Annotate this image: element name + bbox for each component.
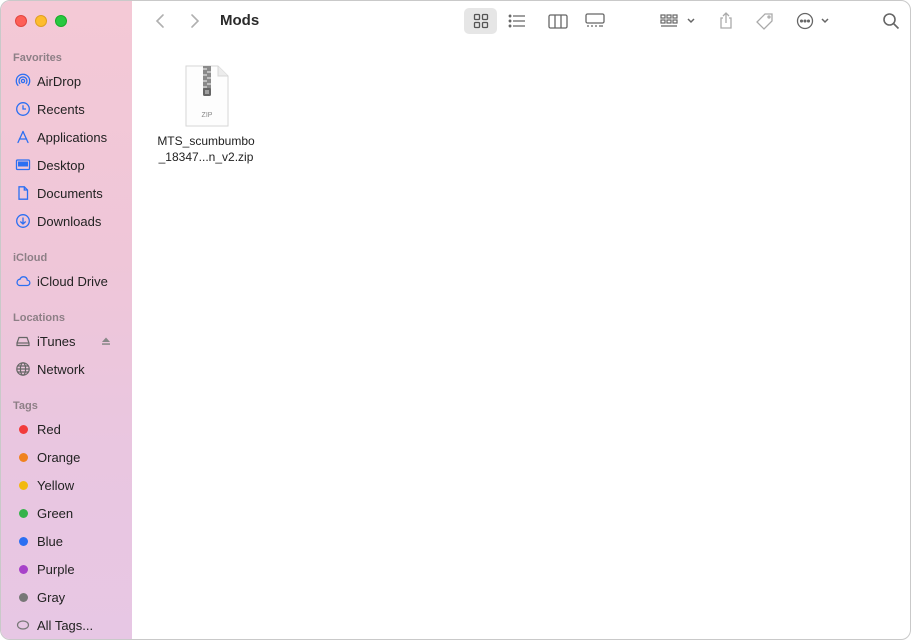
blue-tag-dot — [14, 532, 32, 550]
sidebar-item-itunes[interactable]: iTunes — [7, 329, 127, 353]
share-button[interactable] — [714, 8, 738, 34]
sidebar-tag-green[interactable]: Green — [7, 501, 127, 525]
sidebar-item-label: All Tags... — [37, 617, 94, 633]
group-by-button[interactable] — [658, 8, 698, 34]
locations-section-title: Locations — [13, 312, 65, 324]
chevron-left-icon — [155, 14, 164, 28]
columns-icon — [548, 13, 568, 29]
search-button[interactable] — [878, 8, 904, 34]
sidebar-item-label: Gray — [37, 589, 66, 605]
eject-icon[interactable] — [101, 334, 111, 349]
icloud-section-title: iCloud — [13, 252, 48, 264]
gray-tag-dot — [14, 588, 32, 606]
window-title: Mods — [220, 12, 260, 29]
airdrop-icon — [14, 72, 32, 90]
forward-button[interactable] — [184, 8, 206, 34]
traffic-lights — [15, 15, 67, 27]
tags-button[interactable] — [752, 8, 778, 34]
tags-section-title: Tags — [13, 400, 38, 412]
minimize-window-button[interactable] — [35, 15, 47, 27]
download-icon — [14, 212, 32, 230]
sidebar-tag-gray[interactable]: Gray — [7, 585, 127, 609]
sidebar-item-label: Documents — [37, 185, 103, 201]
orange-tag-dot — [14, 448, 32, 466]
sidebar-item-label: Yellow — [37, 477, 75, 493]
yellow-tag-dot — [14, 476, 32, 494]
sidebar-item-label: Blue — [37, 533, 64, 549]
sidebar-item-desktop[interactable]: Desktop — [7, 153, 127, 177]
sidebar-all-tags[interactable]: All Tags... — [7, 613, 127, 637]
drive-icon — [14, 332, 32, 350]
sidebar-item-label: Desktop — [37, 157, 85, 173]
desktop-icon — [14, 156, 32, 174]
list-icon — [508, 14, 525, 28]
purple-tag-dot — [14, 560, 32, 578]
search-icon — [883, 13, 900, 30]
sidebar: Favorites AirDrop Recents Applications D… — [1, 1, 132, 639]
sidebar-item-icloud-drive[interactable]: iCloud Drive — [7, 269, 127, 293]
tag-icon — [756, 13, 773, 30]
all-tags-icon — [14, 616, 32, 634]
clock-icon — [14, 100, 32, 118]
sidebar-item-network[interactable]: Network — [7, 357, 127, 381]
sidebar-item-label: Network — [37, 361, 85, 377]
action-menu-button[interactable] — [793, 8, 833, 34]
green-tag-dot — [14, 504, 32, 522]
sidebar-item-label: iTunes — [37, 333, 76, 349]
sidebar-item-label: Red — [37, 421, 61, 437]
sidebar-item-downloads[interactable]: Downloads — [7, 209, 127, 233]
sidebar-item-label: Recents — [37, 101, 85, 117]
sidebar-item-label: Orange — [37, 449, 81, 465]
grid-icon — [473, 13, 488, 29]
applications-icon — [14, 128, 32, 146]
ellipsis-circle-icon — [796, 12, 829, 30]
sidebar-item-label: Green — [37, 505, 74, 521]
close-window-button[interactable] — [15, 15, 27, 27]
column-view-button[interactable] — [545, 8, 571, 34]
file-browser-area[interactable] — [132, 43, 910, 639]
group-icon — [660, 14, 695, 27]
sidebar-tag-purple[interactable]: Purple — [7, 557, 127, 581]
favorites-section-title: Favorites — [13, 52, 62, 64]
sidebar-item-label: Purple — [37, 561, 75, 577]
globe-icon — [14, 360, 32, 378]
document-icon — [14, 184, 32, 202]
sidebar-item-label: Applications — [37, 129, 108, 145]
zoom-window-button[interactable] — [55, 15, 67, 27]
sidebar-item-label: iCloud Drive — [37, 273, 108, 289]
sidebar-item-label: Downloads — [37, 213, 102, 229]
sidebar-item-recents[interactable]: Recents — [7, 97, 127, 121]
cloud-icon — [14, 272, 32, 290]
red-tag-dot — [14, 420, 32, 438]
chevron-right-icon — [191, 14, 200, 28]
back-button[interactable] — [149, 8, 171, 34]
sidebar-tag-yellow[interactable]: Yellow — [7, 473, 127, 497]
gallery-view-button[interactable] — [582, 8, 608, 34]
sidebar-tag-red[interactable]: Red — [7, 417, 127, 441]
sidebar-item-airdrop[interactable]: AirDrop — [7, 69, 127, 93]
share-icon — [720, 12, 732, 29]
finder-window: Favorites AirDrop Recents Applications D… — [0, 0, 911, 640]
sidebar-tag-orange[interactable]: Orange — [7, 445, 127, 469]
sidebar-item-applications[interactable]: Applications — [7, 125, 127, 149]
sidebar-item-label: AirDrop — [37, 73, 82, 89]
sidebar-item-documents[interactable]: Documents — [7, 181, 127, 205]
list-view-button[interactable] — [504, 8, 530, 34]
sidebar-tag-blue[interactable]: Blue — [7, 529, 127, 553]
gallery-icon — [585, 13, 605, 27]
icon-view-button[interactable] — [464, 8, 497, 34]
